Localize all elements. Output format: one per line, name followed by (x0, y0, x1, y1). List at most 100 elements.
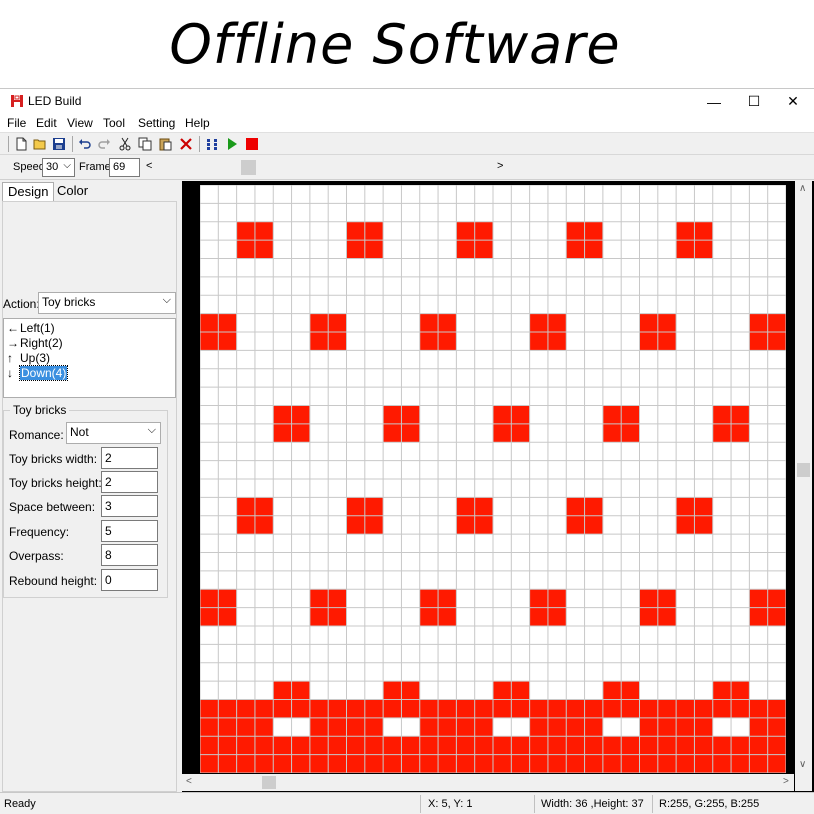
led-cell-off[interactable] (585, 314, 603, 332)
led-cell-off[interactable] (328, 497, 346, 516)
led-cell-on[interactable] (530, 718, 548, 736)
led-cell-off[interactable] (676, 350, 694, 369)
led-cell-off[interactable] (566, 461, 585, 479)
led-cell-off[interactable] (218, 277, 237, 295)
led-cell-on[interactable] (585, 755, 603, 773)
led-cell-off[interactable] (218, 461, 237, 479)
led-cell-off[interactable] (658, 497, 676, 516)
led-cell-on[interactable] (401, 700, 420, 718)
led-cell-off[interactable] (640, 424, 658, 442)
led-cell-off[interactable] (401, 663, 420, 681)
led-cell-off[interactable] (566, 295, 585, 314)
led-cell-off[interactable] (310, 387, 328, 406)
led-cell-off[interactable] (273, 203, 292, 222)
led-cell-off[interactable] (658, 461, 676, 479)
led-cell-off[interactable] (475, 259, 493, 277)
led-cell-off[interactable] (640, 259, 658, 277)
led-cell-off[interactable] (273, 534, 292, 553)
led-cell-off[interactable] (603, 644, 621, 663)
led-cell-on[interactable] (347, 700, 365, 718)
led-cell-off[interactable] (255, 277, 273, 295)
led-cell-off[interactable] (694, 259, 713, 277)
led-cell-off[interactable] (438, 185, 456, 203)
led-cell-off[interactable] (310, 626, 328, 644)
led-cell-off[interactable] (273, 608, 292, 626)
led-cell-off[interactable] (310, 442, 328, 461)
led-cell-on[interactable] (383, 681, 401, 700)
led-cell-off[interactable] (420, 424, 438, 442)
led-cell-on[interactable] (292, 736, 310, 755)
led-cell-off[interactable] (365, 479, 383, 497)
led-cell-off[interactable] (493, 387, 511, 406)
led-cell-off[interactable] (383, 314, 401, 332)
led-cell-off[interactable] (566, 369, 585, 387)
led-cell-off[interactable] (383, 185, 401, 203)
led-cell-off[interactable] (585, 608, 603, 626)
led-cell-off[interactable] (310, 424, 328, 442)
led-cell-off[interactable] (603, 222, 621, 240)
led-cell-off[interactable] (749, 295, 768, 314)
led-cell-on[interactable] (640, 755, 658, 773)
led-cell-off[interactable] (218, 350, 237, 369)
led-cell-off[interactable] (200, 277, 218, 295)
led-cell-on[interactable] (694, 516, 713, 534)
led-cell-on[interactable] (676, 755, 694, 773)
scroll-left-arrow-icon[interactable]: < (186, 776, 192, 787)
led-cell-on[interactable] (548, 736, 566, 755)
led-cell-off[interactable] (475, 663, 493, 681)
led-cell-on[interactable] (273, 700, 292, 718)
led-cell-off[interactable] (420, 571, 438, 589)
led-cell-off[interactable] (420, 681, 438, 700)
led-cell-on[interactable] (585, 718, 603, 736)
led-cell-off[interactable] (438, 534, 456, 553)
led-cell-off[interactable] (292, 479, 310, 497)
led-cell-on[interactable] (200, 608, 218, 626)
led-cell-off[interactable] (475, 406, 493, 424)
led-cell-on[interactable] (255, 516, 273, 534)
led-cell-on[interactable] (694, 497, 713, 516)
led-cell-off[interactable] (328, 369, 346, 387)
led-cell-off[interactable] (566, 534, 585, 553)
led-cell-on[interactable] (475, 700, 493, 718)
led-cell-on[interactable] (310, 700, 328, 718)
led-cell-off[interactable] (731, 461, 749, 479)
led-cell-off[interactable] (530, 222, 548, 240)
led-cell-off[interactable] (621, 332, 639, 350)
led-cell-off[interactable] (511, 516, 530, 534)
led-cell-on[interactable] (237, 718, 255, 736)
led-cell-off[interactable] (365, 314, 383, 332)
led-cell-off[interactable] (658, 350, 676, 369)
led-cell-off[interactable] (768, 553, 786, 571)
led-cell-on[interactable] (365, 736, 383, 755)
led-cell-off[interactable] (438, 516, 456, 534)
led-cell-off[interactable] (713, 259, 731, 277)
led-cell-off[interactable] (566, 424, 585, 442)
led-cell-off[interactable] (273, 314, 292, 332)
led-cell-on[interactable] (511, 736, 530, 755)
led-cell-on[interactable] (530, 332, 548, 350)
led-cell-off[interactable] (493, 479, 511, 497)
led-cell-off[interactable] (255, 387, 273, 406)
led-cell-off[interactable] (383, 332, 401, 350)
led-cell-off[interactable] (694, 314, 713, 332)
led-cell-off[interactable] (292, 350, 310, 369)
led-cell-off[interactable] (328, 277, 346, 295)
led-cell-on[interactable] (585, 497, 603, 516)
led-cell-off[interactable] (585, 387, 603, 406)
led-cell-off[interactable] (401, 185, 420, 203)
rebound-height-input[interactable]: 0 (101, 569, 158, 591)
led-cell-off[interactable] (475, 608, 493, 626)
led-cell-off[interactable] (768, 479, 786, 497)
led-cell-off[interactable] (475, 571, 493, 589)
led-cell-off[interactable] (292, 534, 310, 553)
led-cell-off[interactable] (731, 516, 749, 534)
led-cell-off[interactable] (548, 626, 566, 644)
led-cell-on[interactable] (548, 332, 566, 350)
led-cell-off[interactable] (255, 259, 273, 277)
led-cell-on[interactable] (713, 700, 731, 718)
led-cell-off[interactable] (694, 626, 713, 644)
led-cell-off[interactable] (603, 277, 621, 295)
led-cell-on[interactable] (456, 222, 475, 240)
led-cell-off[interactable] (530, 479, 548, 497)
led-cell-off[interactable] (237, 406, 255, 424)
